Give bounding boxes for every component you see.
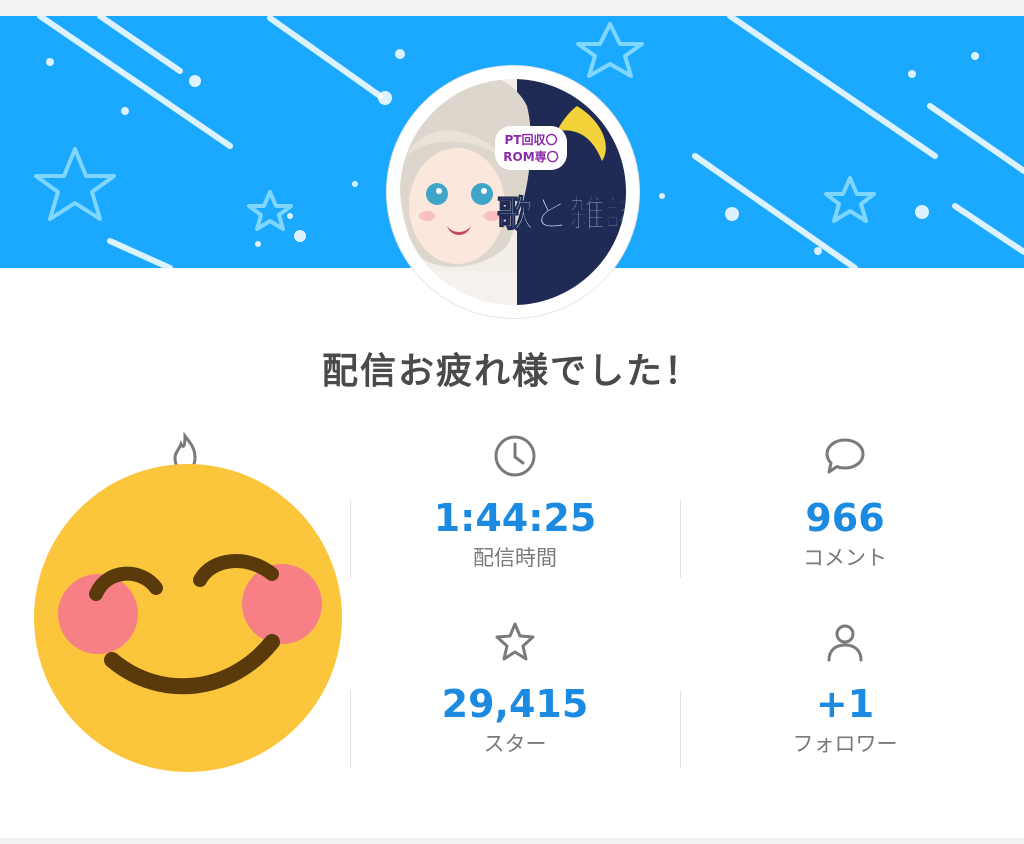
bottom-strip [0, 838, 1024, 844]
stat-stars-value: 29,415 [441, 682, 589, 726]
stat-stars: 29,415 スター [350, 618, 680, 758]
stat-comments-value: 966 [805, 496, 885, 540]
star-icon [495, 622, 535, 661]
speech-bubble-icon [825, 438, 865, 474]
avatar-badge-text-2: ROM専〇 [503, 149, 558, 164]
clock-icon [494, 435, 536, 477]
top-status-strip [0, 0, 1024, 16]
stat-followers-label: フォロワー [792, 732, 898, 756]
stat-duration: 1:44:25 配信時間 [350, 432, 680, 572]
stat-stars-label: スター [483, 732, 547, 756]
avatar-subtitle-text: sing and talk [521, 235, 617, 250]
smiling-emoji-sticker [34, 464, 342, 772]
stat-followers: +1 フォロワー [680, 618, 1010, 758]
person-icon [827, 624, 863, 662]
stat-comments-label: コメント [803, 546, 887, 570]
avatar-badge-text-1: PT回収〇 [505, 132, 558, 147]
stat-comments: 966 コメント [680, 432, 1010, 572]
stream-finished-headline: 配信お疲れ様でした！ [321, 351, 702, 392]
stat-duration-value: 1:44:25 [433, 496, 597, 540]
avatar-title-text: 歌と雑談 [497, 194, 639, 235]
stat-duration-label: 配信時間 [473, 546, 557, 570]
stat-followers-value: +1 [815, 682, 875, 726]
streamer-avatar[interactable]: PT回収〇 ROM専〇 歌と雑談 sing and talk [387, 66, 639, 318]
